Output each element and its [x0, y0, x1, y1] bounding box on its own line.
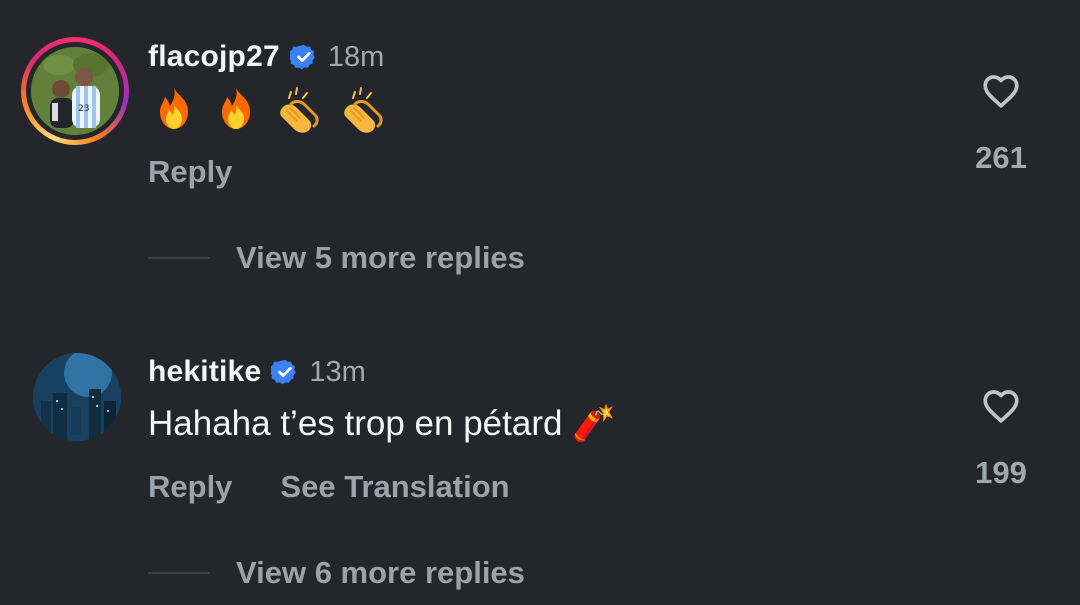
- fire-emoji: [160, 88, 188, 129]
- comment-time: 18m: [327, 40, 385, 73]
- verified-badge-icon: [271, 359, 297, 385]
- replies-divider: [148, 572, 210, 574]
- comment-header: hekitike 13m: [148, 351, 366, 393]
- fire-emoji: [222, 88, 250, 129]
- like-count: 199: [975, 455, 1027, 490]
- comment-text: Hahaha t’es trop en pétard 🧨: [148, 404, 616, 443]
- clapping-hands-emoji: [280, 87, 319, 133]
- comment-item: 23 flacojp27 18m Reply 261: [0, 30, 1080, 205]
- verified-badge-icon: [289, 44, 315, 70]
- avatar[interactable]: [33, 353, 121, 441]
- comment-actions: Reply See Translation: [148, 469, 510, 505]
- clapping-hands-emoji: [344, 87, 383, 133]
- view-replies-label[interactable]: View 6 more replies: [236, 555, 525, 591]
- username[interactable]: flacojp27: [148, 40, 280, 74]
- like-count: 261: [975, 140, 1027, 175]
- view-replies-label[interactable]: View 5 more replies: [236, 240, 525, 276]
- username[interactable]: hekitike: [148, 355, 261, 389]
- reply-button[interactable]: Reply: [148, 469, 232, 505]
- heart-outline-icon[interactable]: [978, 70, 1024, 112]
- see-translation-button[interactable]: See Translation: [280, 469, 509, 505]
- avatar-photo: 23: [31, 47, 119, 135]
- replies-divider: [148, 257, 210, 259]
- like-control[interactable]: 199: [970, 385, 1032, 491]
- comment-actions: Reply: [148, 154, 232, 190]
- comment-time: 13m: [309, 355, 366, 388]
- avatar-story-ring[interactable]: 23: [21, 37, 129, 145]
- comment-header: flacojp27 18m: [148, 36, 384, 78]
- like-control[interactable]: 261: [970, 70, 1032, 176]
- reply-button[interactable]: Reply: [148, 154, 232, 190]
- view-more-replies-button[interactable]: View 5 more replies: [148, 240, 525, 276]
- avatar[interactable]: 23: [31, 47, 119, 135]
- view-more-replies-button[interactable]: View 6 more replies: [148, 555, 525, 591]
- avatar-photo: [33, 353, 121, 441]
- heart-outline-icon[interactable]: [978, 385, 1024, 427]
- comment-text: [150, 82, 388, 136]
- svg-text:23: 23: [78, 104, 89, 114]
- comment-item: hekitike 13m Hahaha t’es trop en pétard …: [0, 345, 1080, 520]
